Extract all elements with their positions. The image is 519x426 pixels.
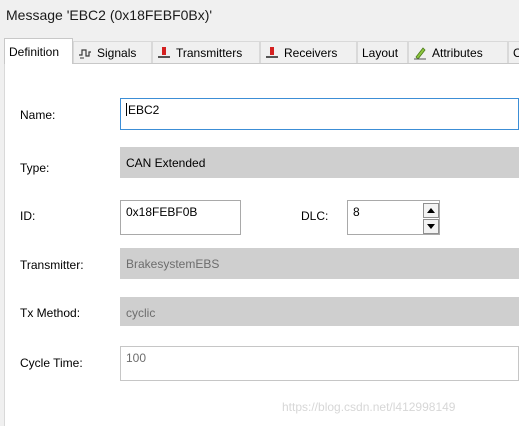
tab-definition[interactable]: Definition <box>4 38 73 64</box>
name-value: EBC2 <box>128 103 160 117</box>
id-input[interactable]: 0x18FEBF0B <box>120 200 241 235</box>
tab-signals[interactable]: Signals <box>73 41 152 63</box>
tab-bar: Definition Signals Transmitters Receiver… <box>4 38 519 64</box>
transmitter-value: BrakesystemEBS <box>126 257 220 271</box>
text-caret <box>126 103 127 116</box>
receiver-node-icon <box>265 46 279 60</box>
tab-layout-label: Layout <box>362 45 399 60</box>
tab-transmitters[interactable]: Transmitters <box>152 41 260 63</box>
type-label: Type: <box>20 161 50 175</box>
attributes-pencil-icon <box>413 46 427 60</box>
type-select[interactable]: CAN Extended <box>120 147 519 178</box>
type-value: CAN Extended <box>126 156 206 170</box>
dlc-value: 8 <box>353 205 360 219</box>
tx-method-value: cyclic <box>126 306 156 320</box>
tab-attributes[interactable]: Attributes <box>408 41 508 63</box>
tab-overflow-label: C <box>513 46 519 60</box>
tab-transmitters-label: Transmitters <box>176 45 243 60</box>
tab-overflow[interactable]: C <box>508 41 519 63</box>
transmitter-select: BrakesystemEBS <box>120 248 519 279</box>
tab-layout[interactable]: Layout <box>357 41 408 63</box>
cycle-time-label: Cycle Time: <box>20 356 83 370</box>
dlc-spinner <box>423 203 439 234</box>
tab-receivers-label: Receivers <box>284 45 338 60</box>
window-title: Message 'EBC2 (0x18FEBF0Bx)' <box>6 7 213 23</box>
triangle-down-icon <box>427 224 435 229</box>
tab-definition-label: Definition <box>9 44 60 59</box>
triangle-up-icon <box>427 208 435 213</box>
dlc-increment-button[interactable] <box>423 203 439 218</box>
tab-signals-label: Signals <box>97 45 137 60</box>
watermark: https://blog.csdn.net/l412998149 <box>282 400 456 414</box>
transmitter-label: Transmitter: <box>20 258 84 272</box>
tab-receivers[interactable]: Receivers <box>260 41 357 63</box>
id-label: ID: <box>20 209 36 223</box>
signals-icon <box>78 46 92 60</box>
transmitter-node-icon <box>157 46 171 60</box>
tx-method-label: Tx Method: <box>20 306 81 320</box>
id-value: 0x18FEBF0B <box>126 205 198 219</box>
dlc-decrement-button[interactable] <box>423 219 439 234</box>
tab-attributes-label: Attributes <box>432 45 483 60</box>
name-input[interactable]: EBC2 <box>120 98 519 130</box>
name-label: Name: <box>20 108 56 122</box>
tx-method-select: cyclic <box>120 297 519 326</box>
dlc-label: DLC: <box>301 209 329 223</box>
cycle-time-value: 100 <box>126 351 147 365</box>
cycle-time-input[interactable]: 100 <box>120 346 519 381</box>
